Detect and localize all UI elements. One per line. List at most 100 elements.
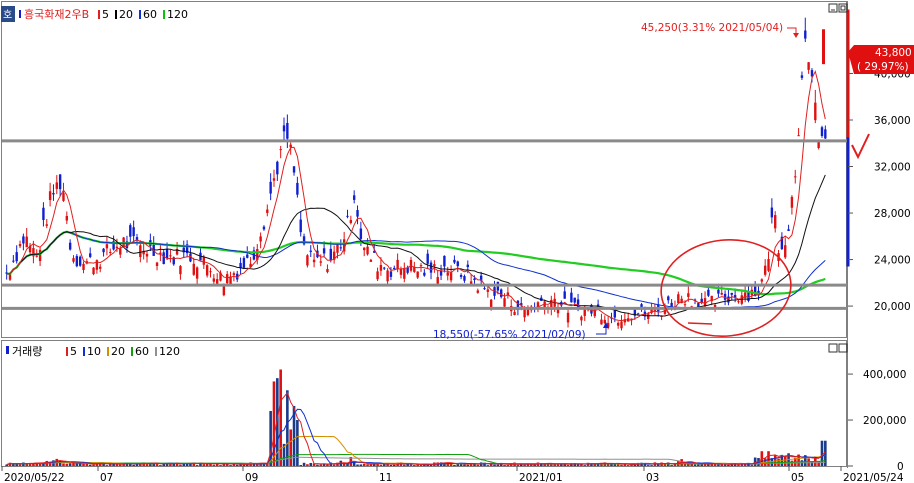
volume-bar <box>723 464 727 466</box>
checkmark-icon <box>851 133 870 160</box>
candle-body <box>647 314 650 319</box>
candle-body <box>99 266 102 269</box>
candle-body <box>763 265 767 275</box>
candle-body <box>115 246 119 249</box>
volume-bar <box>286 390 289 466</box>
volume-bar <box>342 463 346 466</box>
volume-bar <box>105 465 109 466</box>
volume-bar <box>550 464 553 466</box>
volume-bar <box>62 463 65 466</box>
volume-bar <box>600 464 603 466</box>
candle-body <box>603 319 606 324</box>
candle-body <box>677 294 680 303</box>
legend-price-marker <box>19 10 21 18</box>
volume-bar <box>727 464 730 466</box>
price-tick-label: 20,000 <box>874 301 911 313</box>
volume-bar <box>523 464 526 466</box>
volume-tick-label: 400,000 <box>863 369 906 381</box>
candle-body <box>35 255 38 257</box>
legend-label: 120 <box>167 8 188 21</box>
volume-bar <box>750 464 754 466</box>
legend-swatch <box>83 347 85 356</box>
volume-bar <box>159 465 162 466</box>
volume-bar <box>165 463 169 466</box>
candle-body <box>563 291 566 299</box>
candle-body <box>570 292 573 303</box>
candle-body <box>443 255 446 267</box>
volume-bar <box>670 465 673 466</box>
candle-body <box>89 253 92 257</box>
candle-body <box>38 249 42 262</box>
volume-bar <box>289 429 292 466</box>
volume-bar <box>65 463 69 466</box>
volume-bar <box>18 464 22 466</box>
legend-label: 5 <box>70 345 77 358</box>
candle-body <box>52 192 55 195</box>
volume-bar <box>453 465 456 466</box>
price-tick-label: 32,000 <box>874 162 911 174</box>
volume-bar <box>229 464 232 466</box>
candle-body <box>767 259 770 271</box>
volume-bar <box>496 464 500 466</box>
candle-body <box>760 279 764 282</box>
candle-body <box>707 289 710 296</box>
volume-bar <box>620 464 623 466</box>
legend-swatch <box>66 347 68 356</box>
volume-bar <box>626 465 630 466</box>
candle-body <box>339 247 343 249</box>
volume-bar <box>332 464 336 466</box>
legend-swatch <box>98 10 100 19</box>
candle-body <box>78 256 82 266</box>
candle-body <box>266 209 269 213</box>
candle-body <box>319 261 322 263</box>
volume-bar <box>807 458 810 466</box>
candle-body <box>312 259 316 263</box>
candle-body <box>25 236 28 248</box>
volume-bar <box>219 465 222 466</box>
volume-bar <box>302 462 306 466</box>
volume-bar <box>212 464 216 466</box>
legend-swatch <box>107 347 109 356</box>
candle-body <box>165 249 169 259</box>
candle-body <box>246 254 249 258</box>
candle-body <box>429 262 433 273</box>
candle-body <box>349 219 353 224</box>
legend-label: 5 <box>102 8 109 21</box>
candle-body <box>22 236 25 244</box>
candle-body <box>436 277 439 284</box>
candle-body <box>737 301 740 303</box>
candle-body <box>336 244 339 253</box>
legend-label: 10 <box>87 345 101 358</box>
candle-body <box>784 245 787 258</box>
candle-body <box>804 30 807 39</box>
candle-body <box>376 271 379 280</box>
candle-body <box>192 263 195 275</box>
candle-body <box>807 62 810 70</box>
volume-bar <box>319 464 323 466</box>
candle-body <box>72 258 75 262</box>
volume-bar <box>606 464 610 466</box>
date-label: 07 <box>100 472 113 483</box>
candle-body <box>322 248 326 254</box>
stock-name: 흥국화재2우B <box>24 7 89 21</box>
volume-bar <box>92 464 95 466</box>
candle-body <box>269 181 272 194</box>
volume-bar <box>112 464 115 466</box>
volume-bar <box>359 464 363 466</box>
candle-body <box>687 293 690 297</box>
candle-body <box>453 259 456 263</box>
volume-bar <box>656 464 660 466</box>
candle-body <box>486 289 490 292</box>
candle-body <box>566 312 570 323</box>
candle-body <box>366 246 369 255</box>
volume-axis: 400,000200,0000 <box>848 369 906 473</box>
candle-body <box>423 272 426 276</box>
legend-swatch <box>155 347 157 356</box>
candle-body <box>279 149 282 151</box>
legend-label: 20 <box>111 345 125 358</box>
volume-bar <box>700 464 703 466</box>
candle-body <box>299 219 302 233</box>
candle-body <box>369 259 373 262</box>
candle-body <box>58 174 62 190</box>
candle-body <box>820 127 824 136</box>
